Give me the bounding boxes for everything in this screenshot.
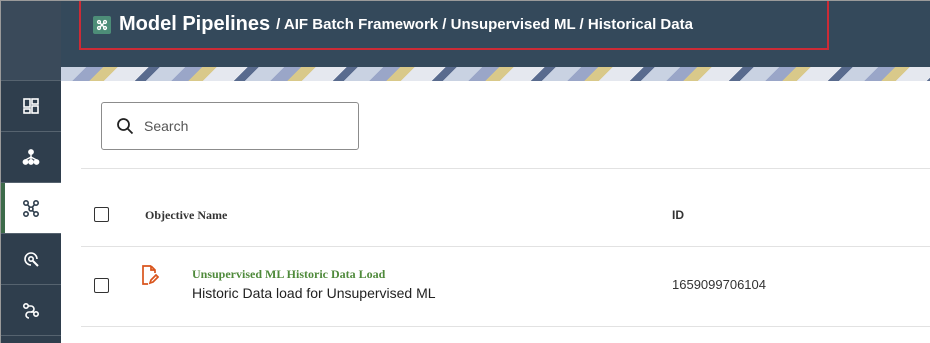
dashboard-icon (23, 98, 39, 114)
header-row-divider (81, 246, 930, 247)
target-cursor-icon (24, 252, 39, 267)
row-divider (81, 326, 930, 327)
sidebar-item-hierarchy[interactable] (1, 132, 61, 183)
sidebar-item-target[interactable] (1, 234, 61, 285)
objective-description: Historic Data load for Unsupervised ML (192, 285, 436, 301)
page-title: Model Pipelines (119, 13, 271, 35)
workflow-icon (22, 302, 40, 319)
decorative-banner (61, 67, 930, 81)
breadcrumb-path[interactable]: / AIF Batch Framework / Unsupervised ML … (276, 16, 693, 33)
page-header: Model Pipelines / AIF Batch Framework / … (61, 1, 930, 67)
search-input[interactable] (144, 118, 344, 134)
hierarchy-icon (22, 149, 40, 165)
search-box[interactable] (101, 102, 359, 150)
pipeline-icon (22, 199, 40, 217)
section-divider (81, 168, 930, 169)
breadcrumb: Model Pipelines / AIF Batch Framework / … (79, 1, 829, 50)
select-all-checkbox[interactable] (94, 207, 109, 222)
row-checkbox[interactable] (94, 278, 109, 293)
sidebar-item-workflow[interactable] (1, 285, 61, 336)
column-header-objective-name[interactable]: Objective Name (145, 208, 227, 223)
column-header-id[interactable]: ID (672, 208, 684, 222)
sidebar-item-model-pipelines[interactable] (1, 183, 61, 234)
objective-name-link[interactable]: Unsupervised ML Historic Data Load (192, 267, 385, 282)
objective-id: 1659099706104 (672, 277, 766, 292)
search-icon (117, 118, 134, 135)
sidebar (1, 1, 61, 343)
pipeline-icon (93, 15, 111, 34)
sidebar-item-dashboard[interactable] (1, 81, 61, 132)
sidebar-top (1, 1, 61, 81)
edit-document-icon (142, 265, 159, 285)
main-content: Objective Name ID Unsupervised ML Histor… (61, 81, 930, 343)
